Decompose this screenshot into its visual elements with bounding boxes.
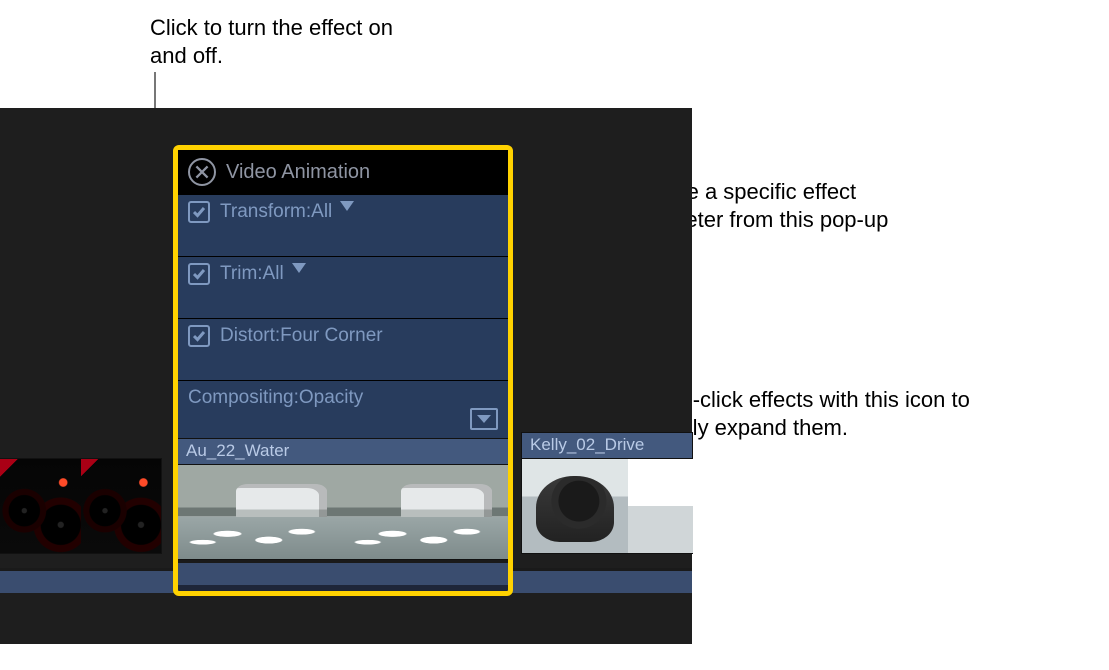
effect-parameter-popup[interactable]: [292, 263, 306, 273]
effect-enable-checkbox[interactable]: [188, 263, 210, 285]
video-animation-header: Video Animation: [178, 150, 508, 194]
effect-label: Distort:Four Corner: [220, 325, 383, 347]
timeline-clip[interactable]: Kelly_02_Drive: [521, 432, 693, 554]
timeline-clip[interactable]: [0, 458, 162, 554]
clip-thumbnail: [343, 465, 508, 559]
expand-effect-icon[interactable]: [470, 408, 498, 430]
clip-thumbnail: [0, 459, 81, 553]
effect-label: Trim:All: [220, 263, 284, 285]
clip-name-label: Kelly_02_Drive: [521, 432, 693, 458]
effect-row-compositing[interactable]: Compositing:Opacity: [178, 380, 508, 438]
effect-enable-checkbox[interactable]: [188, 325, 210, 347]
video-animation-editor: Video Animation Transform:All Trim:All: [173, 145, 513, 596]
clip-thumbnail: [178, 465, 343, 559]
effect-row-distort[interactable]: Distort:Four Corner: [178, 318, 508, 380]
clip-name-label: Au_22_Water: [178, 438, 508, 464]
effect-enable-checkbox[interactable]: [188, 201, 210, 223]
clip-thumbnail: [81, 459, 162, 553]
effect-row-trim[interactable]: Trim:All: [178, 256, 508, 318]
effect-label: Transform:All: [220, 201, 332, 223]
panel-title: Video Animation: [226, 161, 370, 184]
effect-label: Compositing:Opacity: [188, 387, 363, 409]
effect-parameter-popup[interactable]: [340, 201, 354, 211]
effect-row-transform[interactable]: Transform:All: [178, 194, 508, 256]
clip-thumbnail: [522, 459, 693, 553]
callout-text-toggle-effect: Click to turn the effect on and off.: [150, 14, 410, 69]
audio-lane[interactable]: [178, 560, 508, 585]
timeline-workspace: Au_22_Water Kelly_02_Drive Video Animati…: [0, 108, 692, 644]
close-icon[interactable]: [188, 158, 216, 186]
